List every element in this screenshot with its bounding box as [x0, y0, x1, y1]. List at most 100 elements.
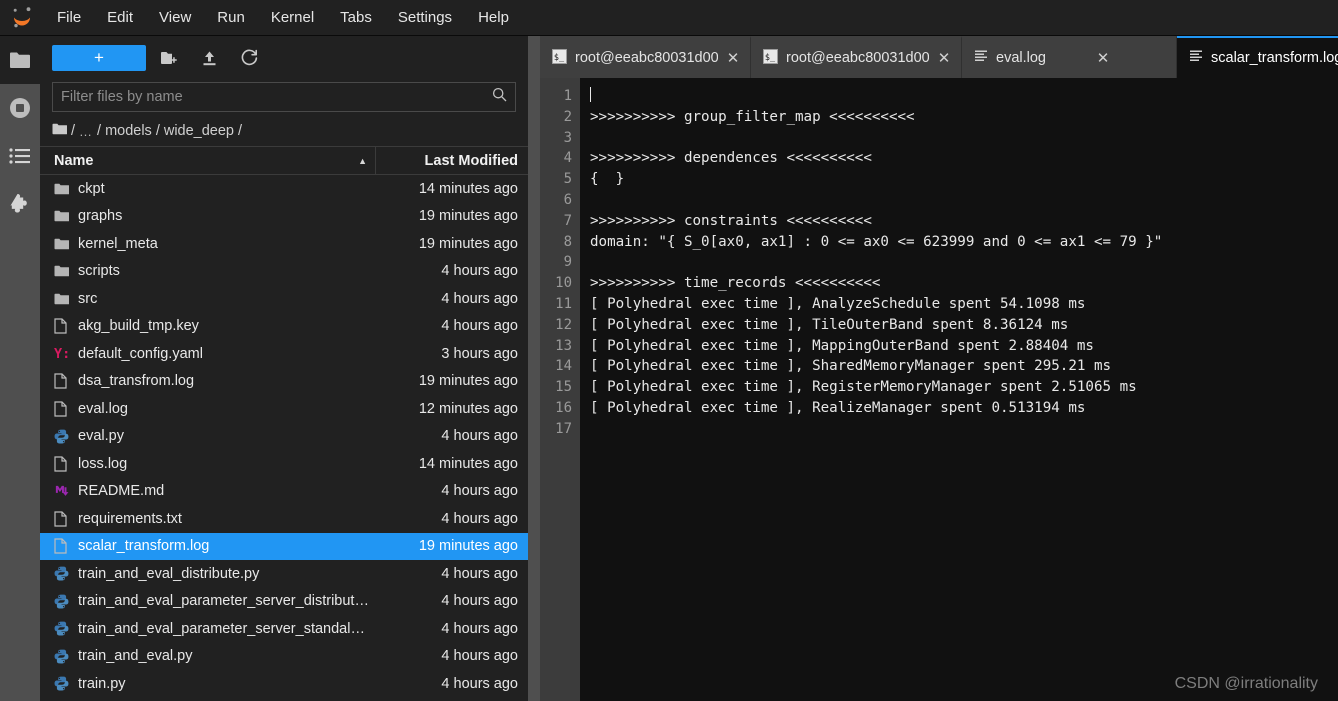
left-sidebar-rail [0, 36, 40, 701]
file-row-graphs[interactable]: graphs 19 minutes ago [40, 203, 528, 231]
file-modified: 3 hours ago [441, 345, 518, 362]
file-name: eval.py [78, 428, 124, 445]
column-header-name[interactable]: Name ▲ [40, 147, 376, 174]
editor-line-15: [ Polyhedral exec time ], RegisterMemory… [590, 379, 1137, 396]
tab-scalar-transform-log[interactable]: scalar_transform.log [1177, 36, 1338, 78]
file-row-eval-py[interactable]: eval.py 4 hours ago [40, 423, 528, 451]
file-row-scalar-transform-log[interactable]: scalar_transform.log 19 minutes ago [40, 532, 528, 560]
file-row-ckpt[interactable]: ckpt 14 minutes ago [40, 175, 528, 203]
editor-line-7: >>>>>>>>>> constraints <<<<<<<<<< [590, 212, 872, 229]
jupyter-logo-icon [0, 0, 44, 36]
menu-tabs[interactable]: Tabs [327, 0, 385, 36]
terminal-icon: $_ [552, 48, 567, 68]
python-icon [54, 429, 78, 444]
sidebar-item-file-browser[interactable] [0, 36, 40, 84]
breadcrumb-sep-0: / [71, 123, 76, 139]
sidebar-item-extension-manager[interactable] [0, 180, 40, 228]
file-name: requirements.txt [78, 510, 182, 527]
file-name: train.py [78, 675, 126, 692]
yaml-icon: Y: [54, 345, 71, 362]
menu-help[interactable]: Help [465, 0, 522, 36]
file-row-loss-log[interactable]: loss.log 14 minutes ago [40, 450, 528, 478]
file-row-train-and-eval-parameter-server-standalon-[interactable]: train_and_eval_parameter_server_standalo… [40, 615, 528, 643]
file-name: train_and_eval_distribute.py [78, 565, 260, 582]
file-modified: 4 hours ago [441, 428, 518, 445]
file-row-src[interactable]: src 4 hours ago [40, 285, 528, 313]
file-list-header: Name ▲ Last Modified [40, 146, 528, 175]
file-row-kernel-meta[interactable]: kernel_meta 19 minutes ago [40, 230, 528, 258]
breadcrumb: / … / models / wide_deep / [40, 116, 528, 146]
text-editor[interactable]: 1 2 3 4 5 6 7 8 9 10 11 12 13 14 15 16 1… [540, 78, 1338, 701]
tab-close-icon[interactable]: ✕ [726, 49, 740, 67]
search-icon[interactable] [492, 87, 507, 107]
breadcrumb-item-wide-deep[interactable]: wide_deep [164, 123, 234, 139]
search-input-wrapper[interactable] [52, 82, 516, 112]
tab-root-eeabc80031d001[interactable]: $_ root@eeabc80031d001 ✕ [751, 36, 962, 78]
new-launcher-button[interactable]: + [52, 45, 146, 71]
menu-view[interactable]: View [146, 0, 204, 36]
tab-bar[interactable]: $_ root@eeabc80031d001 ✕ $_ root@eeabc80031d… [540, 36, 1338, 78]
file-row-train-py[interactable]: train.py 4 hours ago [40, 670, 528, 698]
new-folder-icon[interactable] [152, 43, 186, 73]
file-modified: 19 minutes ago [418, 373, 518, 390]
file-modified: 4 hours ago [441, 620, 518, 637]
file-row-train-and-eval-py[interactable]: train_and_eval.py 4 hours ago [40, 643, 528, 671]
breadcrumb-home-icon[interactable] [52, 123, 68, 139]
breadcrumb-item-models[interactable]: models [105, 123, 152, 139]
file-row-readme-md[interactable]: README.md 4 hours ago [40, 478, 528, 506]
panel-splitter[interactable] [528, 36, 540, 701]
file-modified: 14 minutes ago [418, 180, 518, 197]
file-row-train-and-eval-distribute-py[interactable]: train_and_eval_distribute.py 4 hours ago [40, 560, 528, 588]
file-modified: 12 minutes ago [418, 400, 518, 417]
sidebar-item-commands[interactable] [0, 132, 40, 180]
editor-line-17 [590, 419, 1338, 440]
file-browser-toolbar: + [40, 36, 528, 80]
folder-icon [54, 183, 78, 195]
sidebar-item-running-sessions[interactable] [0, 84, 40, 132]
tab-root-eeabc80031d001[interactable]: $_ root@eeabc80031d001 ✕ [540, 36, 751, 78]
python-icon [54, 676, 78, 691]
menu-run[interactable]: Run [204, 0, 258, 36]
file-name: README.md [78, 483, 165, 500]
menu-settings[interactable]: Settings [385, 0, 465, 36]
file-modified: 4 hours ago [441, 593, 518, 610]
file-modified: 4 hours ago [441, 318, 518, 335]
file-row-scripts[interactable]: scripts 4 hours ago [40, 258, 528, 286]
file-row-eval-log[interactable]: eval.log 12 minutes ago [40, 395, 528, 423]
refresh-icon[interactable] [232, 43, 266, 73]
file-icon [54, 373, 78, 389]
file-row-train-and-eval-parameter-server-distribute-[interactable]: train_and_eval_parameter_server_distribu… [40, 588, 528, 616]
file-name: default_config.yaml [78, 345, 203, 362]
editor-line-2: >>>>>>>>>> group_filter_map <<<<<<<<<< [590, 108, 915, 125]
menu-edit[interactable]: Edit [94, 0, 146, 36]
file-row-default-config-yaml[interactable]: Y: default_config.yaml 3 hours ago [40, 340, 528, 368]
python-icon [54, 649, 78, 664]
tab-close-icon[interactable]: ✕ [1096, 49, 1110, 67]
breadcrumb-ellipsis[interactable]: … [79, 124, 93, 139]
file-name: akg_build_tmp.key [78, 318, 199, 335]
menu-kernel[interactable]: Kernel [258, 0, 327, 36]
column-header-last-modified[interactable]: Last Modified [376, 153, 528, 169]
file-name: train_and_eval_parameter_server_distribu… [78, 593, 376, 610]
editor-line-16: [ Polyhedral exec time ], RealizeManager… [590, 399, 1086, 416]
file-row-requirements-txt[interactable]: requirements.txt 4 hours ago [40, 505, 528, 533]
breadcrumb-sep-2: / [155, 123, 160, 139]
editor-content[interactable]: >>>>>>>>>> group_filter_map <<<<<<<<<< >>… [580, 78, 1338, 701]
svg-text:$_: $_ [554, 51, 565, 61]
file-row-dsa-transfrom-log[interactable]: dsa_transfrom.log 19 minutes ago [40, 368, 528, 396]
search-input[interactable] [61, 89, 492, 105]
editor-line-6 [590, 190, 1338, 211]
upload-icon[interactable] [192, 43, 226, 73]
file-modified: 4 hours ago [441, 648, 518, 665]
file-name: scalar_transform.log [78, 538, 210, 555]
file-row-akg-build-tmp-key[interactable]: akg_build_tmp.key 4 hours ago [40, 313, 528, 341]
folder-icon [54, 293, 78, 305]
tab-close-icon[interactable]: ✕ [937, 49, 951, 67]
file-modified: 4 hours ago [441, 565, 518, 582]
file-modified: 4 hours ago [441, 290, 518, 307]
editor-line-4: >>>>>>>>>> dependences <<<<<<<<<< [590, 150, 872, 167]
tab-eval-log[interactable]: eval.log ✕ [962, 36, 1177, 78]
menu-file[interactable]: File [44, 0, 94, 36]
editor-line-11: [ Polyhedral exec time ], AnalyzeSchedul… [590, 295, 1086, 312]
file-list[interactable]: ckpt 14 minutes ago graphs 19 minutes ago ke… [40, 175, 528, 701]
